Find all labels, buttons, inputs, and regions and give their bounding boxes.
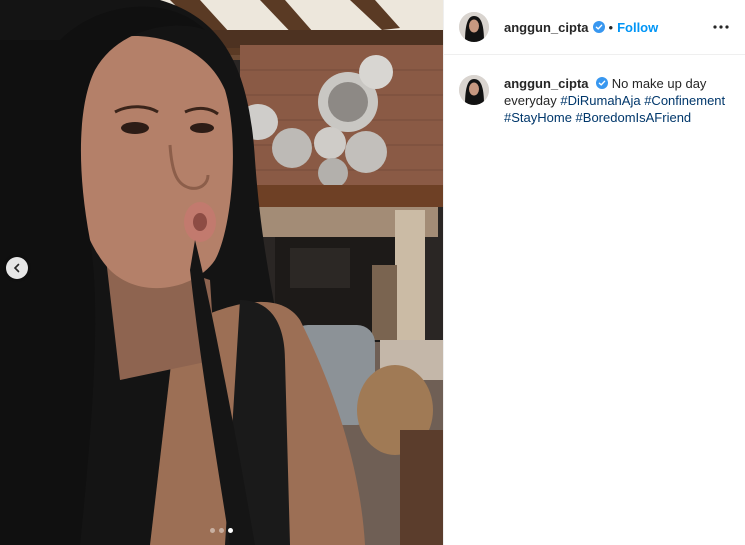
post-photo	[0, 0, 443, 545]
post-media	[0, 0, 443, 545]
more-options-icon	[713, 25, 729, 29]
post-side-panel: anggun_cipta • Follow anggun_cipta No ma…	[443, 0, 745, 545]
avatar-image	[459, 75, 489, 105]
carousel-dot	[219, 528, 224, 533]
hashtag-link[interactable]: #DiRumahAja	[560, 93, 640, 108]
hashtag-link[interactable]: #StayHome	[504, 110, 572, 125]
carousel-indicator	[0, 528, 443, 533]
hashtag-link[interactable]: #Confinement	[644, 93, 725, 108]
carousel-dot-active	[228, 528, 233, 533]
username-link[interactable]: anggun_cipta	[504, 20, 589, 35]
post-caption: anggun_cipta No make up day everyday #Di…	[444, 55, 745, 126]
carousel-prev-button[interactable]	[6, 257, 28, 279]
avatar[interactable]	[459, 12, 489, 42]
separator-dot: •	[608, 19, 614, 35]
caption-username[interactable]: anggun_cipta	[504, 76, 589, 91]
chevron-left-icon	[13, 263, 20, 273]
post-header: anggun_cipta • Follow	[444, 0, 745, 55]
avatar-image	[459, 12, 489, 42]
more-options-button[interactable]	[711, 17, 731, 37]
hashtag-link[interactable]: #BoredomIsAFriend	[576, 110, 692, 125]
caption-text: anggun_cipta No make up day everyday #Di…	[504, 75, 729, 126]
verified-badge-icon	[596, 77, 609, 89]
verified-badge-icon	[592, 21, 605, 33]
instagram-post: anggun_cipta • Follow anggun_cipta No ma…	[0, 0, 745, 545]
carousel-dot	[210, 528, 215, 533]
follow-button[interactable]: Follow	[617, 20, 658, 35]
caption-avatar[interactable]	[459, 75, 489, 105]
